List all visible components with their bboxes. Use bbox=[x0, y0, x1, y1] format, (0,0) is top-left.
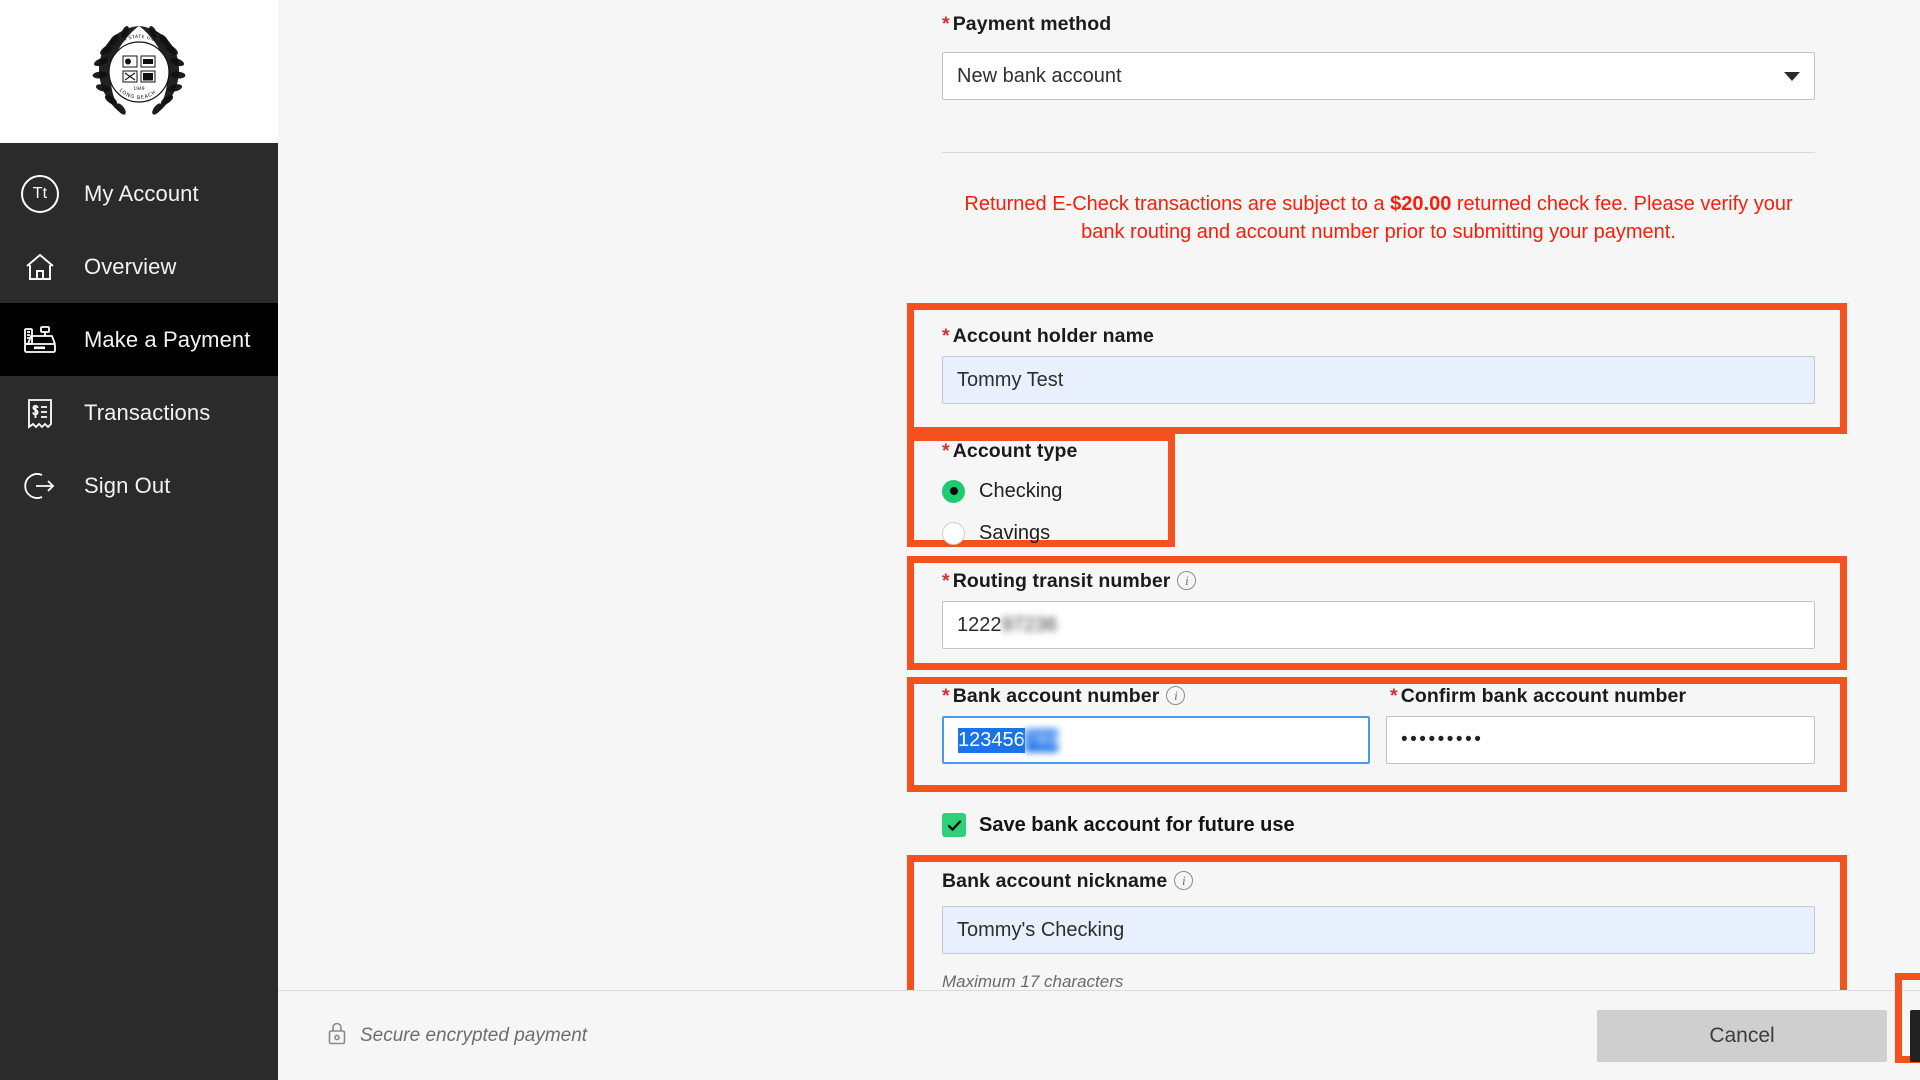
payment-method-label: *Payment method bbox=[942, 13, 1111, 35]
sign-out-icon bbox=[18, 464, 62, 508]
sidebar-item-label: Make a Payment bbox=[84, 327, 250, 353]
chevron-down-icon bbox=[1784, 72, 1800, 81]
sidebar: CALIFORNIA STATE UNIVERSITY LONG BEACH bbox=[0, 0, 278, 1080]
sidebar-item-label: Transactions bbox=[84, 400, 210, 426]
bank-account-number-label-row: *Bank account number i bbox=[942, 685, 1185, 708]
sidebar-item-label: Overview bbox=[84, 254, 177, 280]
form-footer: Secure encrypted payment Cancel Continue bbox=[278, 990, 1920, 1080]
required-asterisk: * bbox=[942, 13, 950, 35]
section-divider bbox=[942, 152, 1815, 153]
sidebar-item-make-a-payment[interactable]: Make a Payment bbox=[0, 303, 278, 376]
save-bank-account-checkbox-row[interactable]: Save bank account for future use bbox=[942, 813, 1295, 837]
confirm-bank-account-number-input[interactable]: ••••••••• bbox=[1386, 716, 1815, 764]
bank-account-number-masked-digits: 789 bbox=[1025, 729, 1058, 752]
account-type-label: *Account type bbox=[942, 440, 1077, 463]
radio-checking-icon bbox=[942, 480, 965, 503]
radio-option-checking[interactable]: Checking bbox=[942, 470, 1077, 512]
csulb-seal-icon: CALIFORNIA STATE UNIVERSITY LONG BEACH bbox=[87, 20, 191, 124]
warning-amount: $20.00 bbox=[1390, 193, 1451, 215]
bank-account-number-visible-digits: 123456 bbox=[958, 728, 1025, 753]
radio-checking-label: Checking bbox=[979, 480, 1062, 503]
avatar-initials-icon: Tt bbox=[18, 172, 62, 216]
required-asterisk: * bbox=[942, 440, 950, 462]
returned-check-warning: Returned E-Check transactions are subjec… bbox=[942, 190, 1815, 247]
continue-button-wrap: Continue bbox=[1910, 1010, 1920, 1062]
routing-transit-number-input[interactable]: 122297236 bbox=[942, 601, 1815, 649]
radio-savings-label: Savings bbox=[979, 522, 1050, 545]
cancel-button[interactable]: Cancel bbox=[1597, 1010, 1887, 1062]
required-asterisk: * bbox=[942, 570, 950, 592]
payment-method-label-row: *Payment method bbox=[942, 13, 1111, 36]
routing-number-label-row: *Routing transit number i bbox=[942, 570, 1196, 593]
bank-account-number-input[interactable]: 123456789 bbox=[942, 716, 1370, 764]
routing-number-visible-digits: 1222 bbox=[957, 614, 1002, 637]
account-holder-name-label: *Account holder name bbox=[942, 325, 1154, 347]
main-content: *Payment method New bank account Returne… bbox=[278, 0, 1920, 1080]
lock-icon bbox=[326, 1020, 348, 1052]
sidebar-item-transactions[interactable]: Transactions bbox=[0, 376, 278, 449]
radio-option-savings[interactable]: Savings bbox=[942, 512, 1077, 554]
bank-account-nickname-value: Tommy's Checking bbox=[957, 919, 1124, 942]
sidebar-item-overview[interactable]: Overview bbox=[0, 230, 278, 303]
confirm-bank-account-number-value: ••••••••• bbox=[1401, 729, 1483, 751]
required-asterisk: * bbox=[942, 325, 950, 347]
sidebar-nav: Tt My Account Overview bbox=[0, 157, 278, 522]
routing-number-label: *Routing transit number bbox=[942, 570, 1170, 592]
bank-account-nickname-label-row: Bank account nickname i bbox=[942, 870, 1193, 893]
routing-number-masked-digits: 97236 bbox=[1002, 614, 1058, 637]
avatar-initials: Tt bbox=[21, 175, 59, 213]
routing-number-info-icon[interactable]: i bbox=[1177, 571, 1196, 590]
save-bank-account-label: Save bank account for future use bbox=[979, 814, 1295, 837]
required-asterisk: * bbox=[1390, 685, 1398, 707]
sidebar-item-label: Sign Out bbox=[84, 473, 170, 499]
payment-form: *Payment method New bank account Returne… bbox=[278, 0, 1920, 990]
receipt-icon bbox=[18, 391, 62, 435]
bank-account-nickname-helper: Maximum 17 characters bbox=[942, 972, 1123, 992]
radio-savings-icon bbox=[942, 522, 965, 545]
confirm-bank-account-number-label-row: *Confirm bank account number bbox=[1390, 685, 1686, 708]
home-icon bbox=[18, 245, 62, 289]
cancel-button-wrap: Cancel bbox=[1597, 1010, 1887, 1062]
account-holder-name-input[interactable]: Tommy Test bbox=[942, 356, 1815, 404]
checkbox-checked-icon bbox=[942, 813, 966, 837]
sidebar-item-label: My Account bbox=[84, 181, 199, 207]
sidebar-item-my-account[interactable]: Tt My Account bbox=[0, 157, 278, 230]
svg-text:1949: 1949 bbox=[133, 86, 144, 92]
bank-account-nickname-label: Bank account nickname bbox=[942, 870, 1167, 892]
bank-account-number-info-icon[interactable]: i bbox=[1166, 686, 1185, 705]
confirm-bank-account-number-label: *Confirm bank account number bbox=[1390, 685, 1686, 707]
payment-method-select[interactable]: New bank account bbox=[942, 52, 1815, 100]
account-type-group: *Account type Checking Savings bbox=[942, 440, 1077, 554]
bank-account-nickname-input[interactable]: Tommy's Checking bbox=[942, 906, 1815, 954]
continue-button[interactable]: Continue bbox=[1910, 1010, 1920, 1062]
bank-account-number-label: *Bank account number bbox=[942, 685, 1159, 707]
secure-payment-text: Secure encrypted payment bbox=[360, 1025, 587, 1047]
payment-page: CALIFORNIA STATE UNIVERSITY LONG BEACH bbox=[0, 0, 1920, 1080]
account-holder-name-label-row: *Account holder name bbox=[942, 325, 1154, 348]
sidebar-item-sign-out[interactable]: Sign Out bbox=[0, 449, 278, 522]
cash-register-icon bbox=[18, 318, 62, 362]
brand-logo: CALIFORNIA STATE UNIVERSITY LONG BEACH bbox=[0, 0, 278, 143]
account-holder-name-value: Tommy Test bbox=[957, 369, 1063, 392]
payment-method-value: New bank account bbox=[957, 65, 1122, 88]
secure-payment-notice: Secure encrypted payment bbox=[326, 1020, 587, 1052]
warning-text-before: Returned E-Check transactions are subjec… bbox=[964, 193, 1390, 215]
bank-account-nickname-info-icon[interactable]: i bbox=[1174, 871, 1193, 890]
required-asterisk: * bbox=[942, 685, 950, 707]
